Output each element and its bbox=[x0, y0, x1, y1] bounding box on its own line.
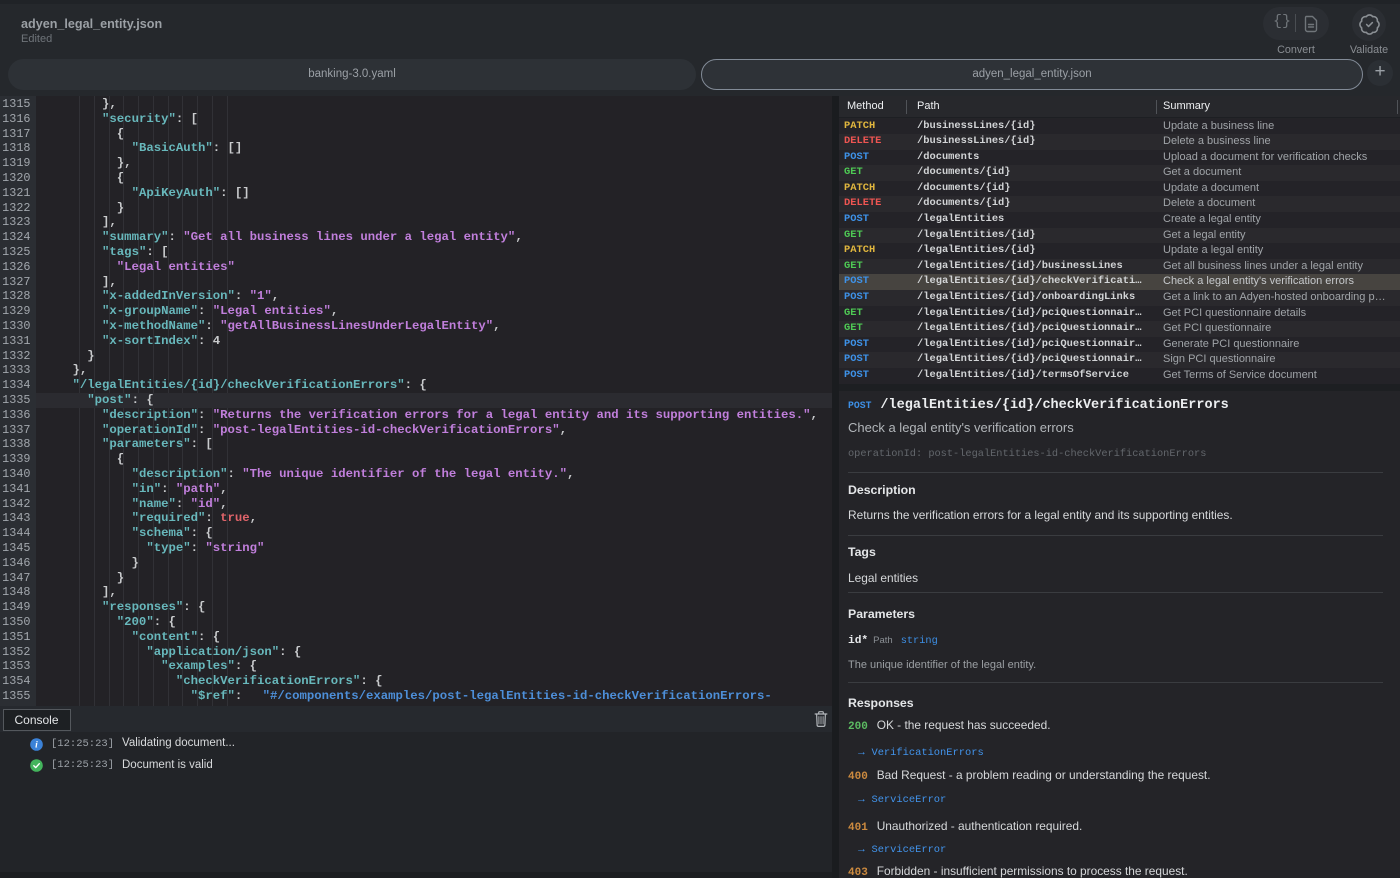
svg-text:i: i bbox=[35, 740, 38, 750]
